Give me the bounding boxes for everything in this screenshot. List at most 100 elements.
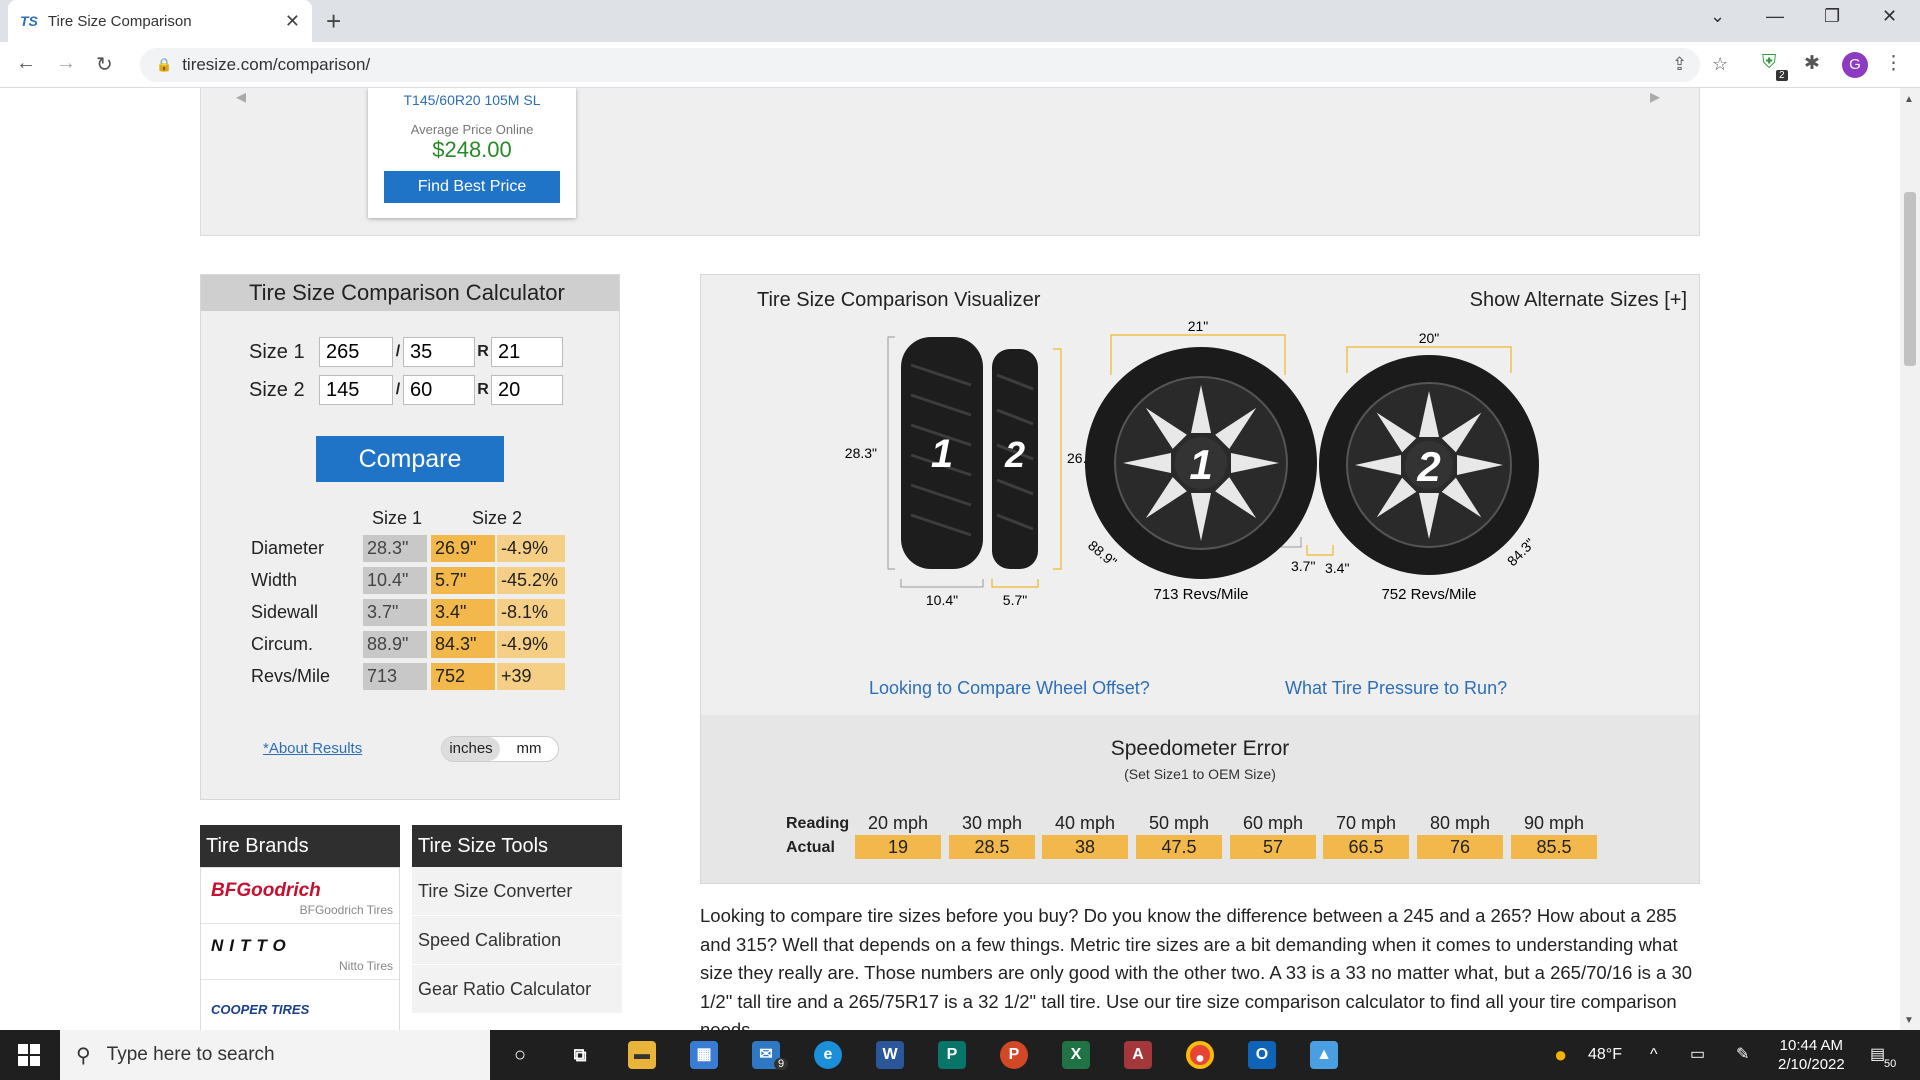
taskbar-search[interactable]: ⚲ Type here to search (60, 1030, 490, 1080)
r-sep: R (477, 381, 489, 398)
shield-extension-icon[interactable]: ⛨ (1762, 52, 1776, 74)
result-diff: -45.2% (497, 567, 565, 594)
tire-brands-header: Tire Brands (200, 825, 400, 867)
tool-speed-calibration[interactable]: Speed Calibration (412, 916, 622, 965)
result-row: Circum. 88.9" 84.3" -4.9% (251, 631, 565, 658)
address-bar-row: ← → ↻ 🔒 tiresize.com/comparison/ ⇪ ☆ ⛨ 2… (0, 42, 1920, 88)
store-icon[interactable]: ▦ (690, 1041, 718, 1069)
price-label: Average Price Online (410, 122, 534, 137)
search-placeholder: Type here to search (106, 1044, 275, 1065)
brand-item-cooper[interactable]: COOPER TIRES (201, 980, 399, 1030)
back-icon[interactable]: ← (16, 52, 36, 75)
browser-tabbar: TS Tire Size Comparison ✕ + ⌄ — ❐ ✕ (0, 0, 1920, 42)
url-field[interactable]: 🔒 tiresize.com/comparison/ (140, 48, 1700, 82)
r-sep: R (477, 343, 489, 360)
chrome-icon[interactable]: ● (1186, 1041, 1214, 1069)
extension-badge: 2 (1776, 70, 1788, 81)
col-size1-header: Size 1 (372, 508, 423, 528)
puzzle-extensions-icon[interactable]: ✱ (1804, 52, 1820, 75)
size2-aspect-input[interactable] (403, 375, 475, 405)
actual-value: 57 (1230, 835, 1316, 859)
mail-badge: 9 (774, 1058, 789, 1070)
clock-date: 2/10/2022 (1778, 1056, 1845, 1073)
menu-kebab-icon[interactable]: ⋮ (1884, 52, 1903, 75)
tray-chevron-icon[interactable]: ^ (1650, 1030, 1658, 1080)
reading-value: 30 mph (961, 813, 1023, 833)
reload-icon[interactable]: ↻ (96, 52, 113, 77)
new-tab-icon[interactable]: + (326, 6, 341, 37)
brand-item-bfgoodrich[interactable]: BFGoodrich BFGoodrich Tires (201, 868, 399, 924)
bookmark-star-icon[interactable]: ☆ (1712, 54, 1728, 75)
tire-pressure-link[interactable]: What Tire Pressure to Run? (1285, 678, 1507, 699)
reading-value: 80 mph (1429, 813, 1491, 833)
find-best-price-button[interactable]: Find Best Price (384, 171, 560, 203)
tool-tire-size-converter[interactable]: Tire Size Converter (412, 867, 622, 916)
excel-icon[interactable]: X (1062, 1041, 1090, 1069)
unit-mm-option[interactable]: mm (500, 737, 558, 761)
size2-label: Size 2 (249, 378, 305, 401)
result-size2: 84.3" (431, 631, 495, 658)
system-clock[interactable]: 10:44 AM 2/10/2022 (1778, 1036, 1845, 1074)
page-content: ◂ ▸ T145/60R20 105M SL Average Price Onl… (0, 88, 1900, 1030)
tool-gear-ratio[interactable]: Gear Ratio Calculator (412, 965, 622, 1014)
notification-icon[interactable]: ▤ (1870, 1030, 1885, 1080)
reading-value: 60 mph (1242, 813, 1304, 833)
photos-icon[interactable]: ▲ (1310, 1041, 1338, 1069)
comparison-calculator: Tire Size Comparison Calculator Size 1 /… (200, 274, 620, 800)
brand-item-nitto[interactable]: NITTO Nitto Tires (201, 924, 399, 980)
notification-count: 50 (1884, 1058, 1897, 1070)
page-scrollbar[interactable]: ▲ ▼ (1900, 88, 1920, 1030)
size2-rim-input[interactable] (491, 375, 563, 405)
file-explorer-icon[interactable]: ▬ (628, 1041, 656, 1069)
profile-avatar[interactable]: G (1842, 52, 1868, 78)
browser-tab[interactable]: TS Tire Size Comparison ✕ (8, 0, 312, 42)
scroll-up-icon[interactable]: ▲ (1904, 94, 1914, 105)
scroll-thumb[interactable] (1904, 192, 1916, 366)
clock-time: 10:44 AM (1779, 1037, 1844, 1054)
result-label: Diameter (251, 538, 325, 558)
publisher-icon[interactable]: P (938, 1041, 966, 1069)
compare-button[interactable]: Compare (316, 436, 504, 482)
outlook-icon[interactable]: O (1248, 1041, 1276, 1069)
speedometer-subtitle: (Set Size1 to OEM Size) (1124, 766, 1276, 782)
result-size1: 713 (363, 663, 427, 690)
carousel-prev-icon[interactable]: ◂ (236, 88, 246, 109)
size1-aspect-input[interactable] (403, 337, 475, 367)
result-row: Sidewall 3.7" 3.4" -8.1% (251, 599, 565, 626)
word-icon[interactable]: W (876, 1041, 904, 1069)
carousel-next-icon[interactable]: ▸ (1650, 88, 1660, 109)
share-icon[interactable]: ⇪ (1672, 54, 1687, 75)
close-tab-icon[interactable]: ✕ (285, 11, 300, 32)
windows-start-icon[interactable] (18, 1044, 40, 1066)
wheel-offset-link[interactable]: Looking to Compare Wheel Offset? (869, 678, 1150, 699)
network-icon[interactable]: ▭ (1690, 1030, 1705, 1080)
task-view-icon[interactable]: ⧉ (566, 1041, 594, 1069)
restore-icon[interactable]: ❐ (1824, 6, 1840, 27)
intro-paragraph: Looking to compare tire sizes before you… (700, 905, 1693, 1030)
window-close-icon[interactable]: ✕ (1882, 6, 1897, 27)
cortana-icon[interactable]: ○ (506, 1041, 534, 1069)
forward-icon[interactable]: → (56, 52, 76, 75)
product-size[interactable]: T145/60R20 105M SL (368, 92, 576, 108)
actual-value: 85.5 (1511, 835, 1597, 859)
calculator-title: Tire Size Comparison Calculator (201, 275, 619, 311)
tab-search-icon[interactable]: ⌄ (1710, 6, 1725, 27)
minimize-icon[interactable]: — (1766, 6, 1784, 27)
show-alternate-sizes-link[interactable]: Show Alternate Sizes [+] (1470, 289, 1687, 312)
cooper-logo: COOPER TIRES (211, 1002, 310, 1017)
access-icon[interactable]: A (1124, 1041, 1152, 1069)
size2-width-input[interactable] (319, 375, 393, 405)
pen-icon[interactable]: ✎ (1736, 1030, 1749, 1080)
about-results-link[interactable]: *About Results (263, 740, 362, 757)
brand-caption: BFGoodrich Tires (299, 903, 393, 917)
size2-row: Size 2 / R (249, 375, 563, 405)
edge-icon[interactable]: e (814, 1041, 842, 1069)
weather-icon: ● (1554, 1042, 1568, 1067)
size1-rim-input[interactable] (491, 337, 563, 367)
size1-width-input[interactable] (319, 337, 393, 367)
powerpoint-icon[interactable]: P (1000, 1041, 1028, 1069)
dim-diameter1: 28.3" (845, 445, 877, 461)
unit-inches-option[interactable]: inches (442, 737, 500, 761)
scroll-down-icon[interactable]: ▼ (1904, 1015, 1914, 1026)
weather-temp[interactable]: 48°F (1588, 1030, 1622, 1080)
